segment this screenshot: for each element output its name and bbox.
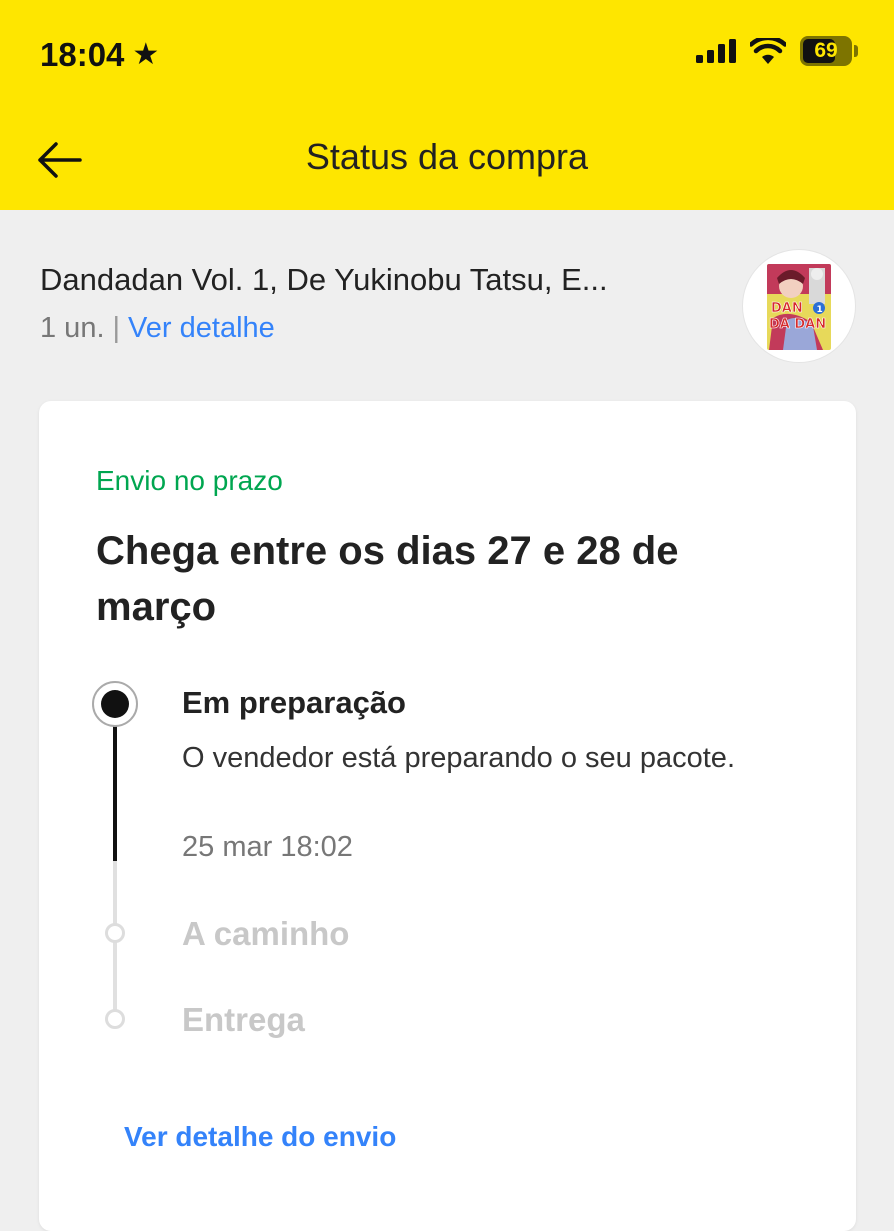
step-title: A caminho: [182, 915, 350, 952]
star-icon: ★: [132, 38, 160, 71]
product-title: Dandadan Vol. 1, De Yukinobu Tatsu, E...: [40, 262, 608, 297]
cover-title-line1: DAN: [771, 301, 803, 316]
cellular-signal-icon: [696, 39, 736, 63]
step-title: Entrega: [182, 1001, 305, 1038]
timeline-pending-dot: [105, 1009, 125, 1029]
status-time-text: 18:04: [40, 36, 125, 73]
cover-title-line2: DA DAN: [769, 317, 826, 332]
wifi-icon: [750, 38, 786, 64]
timeline-pending-dot: [105, 923, 125, 943]
app-header: 18:04 ★ 69 Status da compra: [0, 0, 894, 210]
status-bar-icons: 69: [696, 36, 858, 66]
battery-cap: [854, 45, 858, 57]
status-bar-time: 18:04 ★: [40, 36, 159, 74]
product-thumbnail[interactable]: DAN DA DAN 1: [742, 249, 856, 363]
product-summary: Dandadan Vol. 1, De Yukinobu Tatsu, E...…: [40, 262, 720, 345]
timeline-progress-line: [113, 721, 117, 861]
shipment-card: Envio no prazo Chega entre os dias 27 e …: [39, 401, 856, 1231]
product-meta: 1 un. | Ver detalhe: [40, 312, 720, 345]
battery-icon: 69: [800, 36, 858, 66]
battery-level: 69: [814, 39, 838, 62]
timeline-current-dot: [92, 681, 138, 727]
step-timestamp: 25 mar 18:02: [182, 831, 353, 863]
product-quantity: 1 un.: [40, 312, 105, 344]
step-title: Em preparação: [182, 685, 406, 720]
shipment-detail-link[interactable]: Ver detalhe do envio: [124, 1121, 396, 1153]
product-cover-image: DAN DA DAN 1: [767, 264, 831, 350]
page-title: Status da compra: [305, 136, 589, 177]
battery-body: 69: [800, 36, 852, 66]
meta-separator: |: [112, 312, 121, 344]
cover-volume: 1: [817, 305, 823, 315]
shipment-timeline: Em preparação O vendedor está preparando…: [39, 401, 856, 1231]
view-detail-link[interactable]: Ver detalhe: [128, 312, 275, 344]
step-description: O vendedor está preparando o seu pacote.: [182, 742, 735, 774]
